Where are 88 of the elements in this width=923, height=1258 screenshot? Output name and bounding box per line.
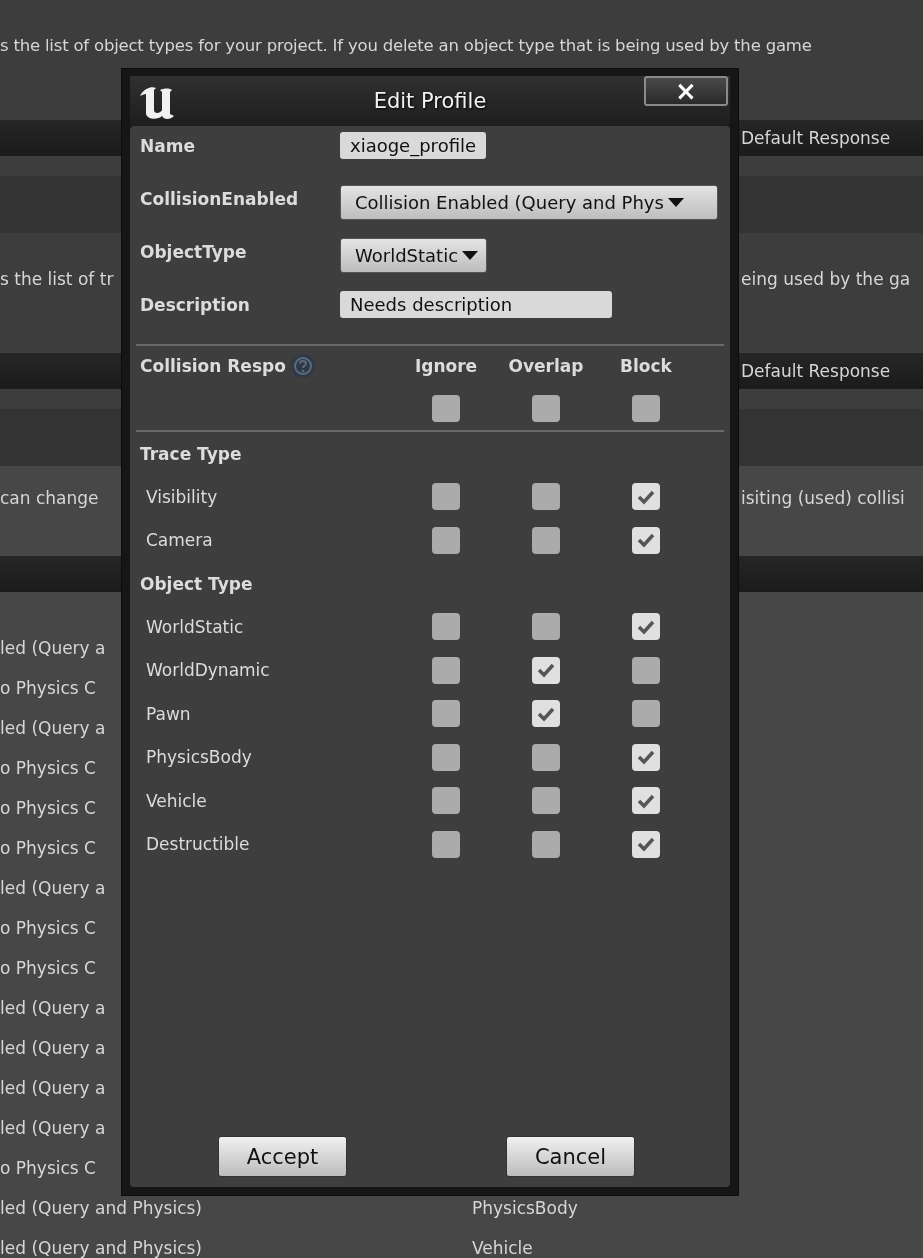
checkbox[interactable] — [432, 743, 460, 771]
column-header: Default Response — [741, 361, 891, 381]
check-icon — [636, 532, 656, 549]
check-icon — [536, 662, 556, 679]
table-cell: led (Query and Physics) — [0, 1198, 202, 1218]
input-field[interactable]: xiaoge_profile — [340, 132, 487, 159]
column-header: Default Response — [741, 128, 891, 148]
description-text: can change — [0, 488, 100, 508]
window-title: Edit Profile — [373, 89, 487, 113]
column-header: Ignore — [414, 356, 478, 376]
checkbox[interactable] — [532, 656, 560, 684]
table-cell: led (Query a — [0, 1118, 106, 1138]
table-cell: o Physics C — [0, 1158, 96, 1178]
checkbox[interactable] — [632, 787, 660, 815]
row-label: Vehicle — [145, 790, 208, 811]
checkbox[interactable] — [532, 830, 560, 858]
checkbox[interactable] — [632, 394, 660, 422]
row-label: PhysicsBody — [145, 747, 253, 768]
checkbox[interactable] — [632, 483, 660, 511]
description-text: eing used by the ga — [741, 269, 911, 289]
field-label: CollisionEnabled — [140, 188, 300, 209]
column-header: Block — [620, 356, 672, 376]
table-cell: o Physics C — [0, 838, 96, 858]
checkbox[interactable] — [532, 700, 560, 728]
field-label: Name — [140, 135, 196, 156]
checkbox[interactable] — [432, 787, 460, 815]
row-label: Camera — [145, 530, 214, 551]
dropdown[interactable]: Collision Enabled (Query and Phys — [340, 185, 718, 220]
checkbox[interactable] — [632, 700, 660, 728]
check-icon — [636, 618, 656, 635]
checkbox[interactable] — [632, 656, 660, 684]
checkbox[interactable] — [532, 526, 560, 554]
check-icon — [636, 488, 656, 505]
checkbox[interactable] — [432, 613, 460, 641]
section-label: Collision Respo — [140, 356, 286, 376]
row-label: WorldDynamic — [145, 660, 271, 681]
description-text: isiting (used) collisi — [741, 488, 905, 508]
close-button[interactable]: × — [644, 76, 728, 106]
table-cell: led (Query a — [0, 878, 106, 898]
table-cell: o Physics C — [0, 678, 96, 698]
table-cell: led (Query and Physics) — [0, 1238, 202, 1258]
section-label: Object Type — [140, 573, 253, 594]
field-label: Description — [140, 294, 251, 315]
description-text: s the list of tr — [0, 269, 115, 289]
row-label: Visibility — [145, 486, 219, 507]
description-text: s the list of object types for your project. If you delete an object type that is being used by the game — [0, 36, 813, 55]
table-cell: led (Query a — [0, 1038, 106, 1058]
check-icon — [636, 749, 656, 766]
table-cell: led (Query a — [0, 998, 106, 1018]
dropdown[interactable]: WorldStatic — [340, 238, 488, 273]
caret-icon — [667, 198, 684, 207]
checkbox[interactable] — [532, 613, 560, 641]
checkbox[interactable] — [432, 526, 460, 554]
table-cell: o Physics C — [0, 798, 96, 818]
field-label: ObjectType — [140, 241, 248, 262]
section-label: Trace Type — [140, 443, 242, 464]
row-label: Destructible — [145, 834, 251, 855]
accept-button[interactable]: Accept — [218, 1136, 347, 1177]
cancel-button[interactable]: Cancel — [506, 1136, 635, 1177]
checkbox[interactable] — [632, 526, 660, 554]
checkbox[interactable] — [632, 830, 660, 858]
table-cell: o Physics C — [0, 918, 96, 938]
checkbox[interactable] — [432, 656, 460, 684]
checkbox[interactable] — [432, 394, 460, 422]
check-icon — [636, 836, 656, 853]
caret-icon — [462, 251, 479, 260]
table-cell: o Physics C — [0, 958, 96, 978]
checkbox[interactable] — [432, 483, 460, 511]
check-icon — [636, 792, 656, 809]
row-label: WorldStatic — [145, 616, 245, 637]
row-label: Pawn — [145, 703, 192, 724]
checkbox[interactable] — [532, 394, 560, 422]
checkbox[interactable] — [632, 743, 660, 771]
table-cell: Vehicle — [472, 1238, 533, 1258]
checkbox[interactable] — [532, 483, 560, 511]
table-cell: PhysicsBody — [472, 1198, 578, 1218]
checkbox[interactable] — [632, 613, 660, 641]
checkbox[interactable] — [532, 743, 560, 771]
table-cell: led (Query a — [0, 1078, 106, 1098]
table-cell: led (Query a — [0, 638, 106, 658]
check-icon — [536, 705, 556, 722]
table-cell: o Physics C — [0, 758, 96, 778]
column-header: Overlap — [508, 356, 584, 376]
checkbox[interactable] — [432, 830, 460, 858]
table-cell: led (Query a — [0, 718, 106, 738]
checkbox[interactable] — [432, 700, 460, 728]
input-field[interactable]: Needs description — [340, 291, 612, 318]
checkbox[interactable] — [532, 787, 560, 815]
